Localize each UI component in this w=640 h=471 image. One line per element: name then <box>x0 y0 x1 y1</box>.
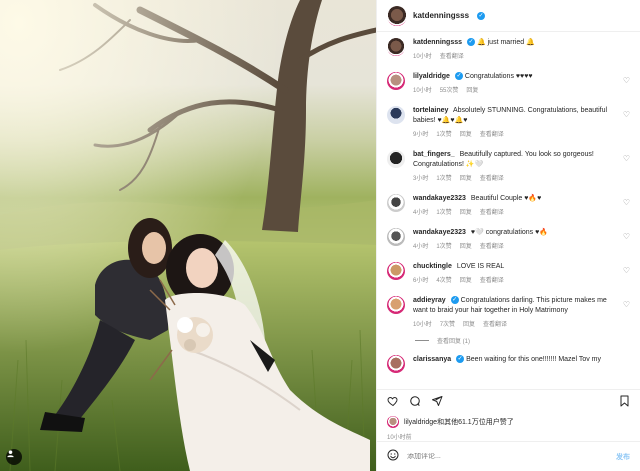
view-replies-button[interactable]: 查看回复 (1) <box>415 336 630 345</box>
comment-likes[interactable]: 1次赞 <box>436 208 451 218</box>
likes-text: lilyaldridge和其他61.1万位用户赞了 <box>404 419 514 426</box>
comment-username[interactable]: bat_fingers_ <box>413 151 455 158</box>
commenter-avatar[interactable] <box>387 262 405 280</box>
comment-username[interactable]: clarissanya <box>413 356 451 363</box>
translate-link[interactable]: 查看翻译 <box>483 320 507 330</box>
comments-list: katdenningsss ✓ 🔔 just married 🔔 10小时 查看翻… <box>377 32 640 389</box>
share-icon[interactable] <box>431 394 443 412</box>
commenter-avatar[interactable] <box>387 106 405 124</box>
author-username[interactable]: katdenningsss <box>413 11 469 20</box>
list-item: addieyray ✓ Congratulations darling. This… <box>387 296 630 330</box>
caption-username[interactable]: katdenningsss <box>413 39 462 46</box>
comment-username[interactable]: addieyray <box>413 297 446 304</box>
translate-link[interactable]: 查看翻译 <box>480 242 504 252</box>
verified-badge-icon: ✓ <box>456 355 465 364</box>
view-replies-label: 查看回复 (1) <box>437 339 471 345</box>
comment-input[interactable] <box>407 453 608 460</box>
emoji-icon[interactable] <box>387 448 399 466</box>
comment-heart-icon[interactable]: ♡ <box>623 110 630 119</box>
commenter-avatar[interactable] <box>387 296 405 314</box>
comment-likes[interactable]: 1次赞 <box>436 130 451 140</box>
verified-badge-icon: ✓ <box>450 296 459 305</box>
comment-heart-icon[interactable]: ♡ <box>623 154 630 163</box>
reply-button[interactable]: 回复 <box>466 86 478 96</box>
commenter-avatar[interactable] <box>387 150 405 168</box>
comment-likes[interactable]: 1次赞 <box>436 242 451 252</box>
comment-heart-icon[interactable]: ♡ <box>623 76 630 85</box>
post-timestamp: 10小时前 <box>387 435 412 441</box>
caption-translate-link[interactable]: 查看翻译 <box>440 52 464 62</box>
reply-button[interactable]: 回复 <box>460 130 472 140</box>
comment-time: 3小时 <box>413 176 429 182</box>
translate-link[interactable]: 查看翻译 <box>480 276 504 286</box>
caption-text: 🔔 just married 🔔 <box>476 39 535 46</box>
post-comment-button[interactable]: 发布 <box>616 452 630 462</box>
comment-username[interactable]: tortelainey <box>413 107 448 114</box>
comment-time: 6小时 <box>413 278 429 284</box>
instagram-post: katdenningsss ✓ katdenningsss ✓ 🔔 just ma… <box>0 0 640 471</box>
commenter-avatar[interactable] <box>387 355 405 373</box>
post-photo[interactable] <box>0 0 376 471</box>
comment-likes[interactable]: 4次赞 <box>436 276 451 286</box>
verified-badge-icon: ✓ <box>477 11 486 20</box>
user-tag-icon[interactable] <box>6 449 22 465</box>
replies-divider <box>415 340 429 341</box>
comment-heart-icon[interactable]: ♡ <box>623 266 630 275</box>
caption-time: 10小时 <box>413 54 432 60</box>
translate-link[interactable]: 查看翻译 <box>480 130 504 140</box>
comment-text: Beautiful Couple ♥🔥♥ <box>470 195 542 202</box>
comment-likes[interactable]: 1次赞 <box>436 174 451 184</box>
verified-badge-icon: ✓ <box>454 72 463 81</box>
post-actions: lilyaldridge和其他61.1万位用户赞了 10小时前 <box>377 389 640 441</box>
comment-likes[interactable]: 55次赞 <box>440 86 459 96</box>
verified-badge-icon: ✓ <box>467 38 476 47</box>
comment-username[interactable]: lilyaldridge <box>413 73 450 80</box>
list-item: bat_fingers_ Beautifully captured. You l… <box>387 150 630 184</box>
post-side-panel: katdenningsss ✓ katdenningsss ✓ 🔔 just ma… <box>376 0 640 471</box>
comment-heart-icon[interactable]: ♡ <box>623 198 630 207</box>
list-item: wandakaye2323 Beautiful Couple ♥🔥♥ 4小时 1… <box>387 194 630 218</box>
reply-button[interactable]: 回复 <box>460 174 472 184</box>
comment-text: LOVE IS REAL <box>456 263 505 270</box>
commenter-avatar[interactable] <box>387 194 405 212</box>
comment-likes[interactable]: 7次赞 <box>440 320 455 330</box>
author-avatar[interactable] <box>387 5 407 26</box>
likes-summary[interactable]: lilyaldridge和其他61.1万位用户赞了 <box>387 416 630 428</box>
translate-link[interactable]: 查看翻译 <box>480 208 504 218</box>
bookmark-icon[interactable] <box>619 394 630 412</box>
list-item: lilyaldridge ✓ Congratulations ♥♥♥♥ 10小时 … <box>387 72 630 96</box>
commenter-avatar[interactable] <box>387 228 405 246</box>
comment-heart-icon[interactable]: ♡ <box>623 232 630 241</box>
comment-heart-icon[interactable]: ♡ <box>623 300 630 309</box>
comment-time: 10小时 <box>413 88 432 94</box>
add-comment-bar: 发布 <box>377 441 640 471</box>
reply-button[interactable]: 回复 <box>460 242 472 252</box>
comment-time: 4小时 <box>413 210 429 216</box>
comment-time: 9小时 <box>413 132 429 138</box>
comment-text: Congratulations ♥♥♥♥ <box>464 73 533 80</box>
reply-button[interactable]: 回复 <box>463 320 475 330</box>
caption: katdenningsss ✓ 🔔 just married 🔔 10小时 查看翻… <box>387 38 630 62</box>
comment-text: Been waiting for this one!!!!!!! Mazel T… <box>466 356 601 363</box>
commenter-avatar[interactable] <box>387 72 405 90</box>
post-header: katdenningsss ✓ <box>377 0 640 32</box>
caption-avatar[interactable] <box>387 38 405 56</box>
liker-avatar <box>387 416 399 428</box>
heart-icon[interactable] <box>387 394 399 412</box>
comment-text: ♥🤍 congratulations ♥🔥 <box>470 229 548 236</box>
reply-button[interactable]: 回复 <box>460 208 472 218</box>
comment-username[interactable]: wandakaye2323 <box>413 229 466 236</box>
list-item: chucktingle LOVE IS REAL 6小时 4次赞 回复 查看翻译… <box>387 262 630 286</box>
comment-time: 10小时 <box>413 322 432 328</box>
reply-button[interactable]: 回复 <box>460 276 472 286</box>
comment-username[interactable]: wandakaye2323 <box>413 195 466 202</box>
list-item: clarissanya ✓ Been waiting for this one!!… <box>387 355 630 373</box>
comment-username[interactable]: chucktingle <box>413 263 452 270</box>
translate-link[interactable]: 查看翻译 <box>480 174 504 184</box>
comment-icon[interactable] <box>409 394 421 412</box>
comment-time: 4小时 <box>413 244 429 250</box>
wedding-photo-illustration <box>0 0 376 471</box>
list-item: wandakaye2323 ♥🤍 congratulations ♥🔥 4小时 … <box>387 228 630 252</box>
list-item: tortelainey Absolutely STUNNING. Congrat… <box>387 106 630 140</box>
